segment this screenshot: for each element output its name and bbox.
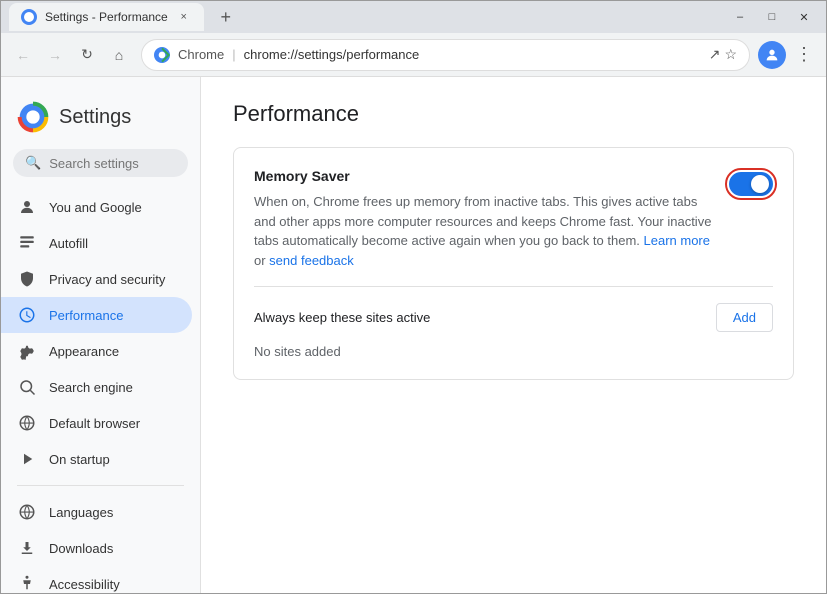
appearance-icon xyxy=(17,341,37,361)
content-area: Performance Memory Saver When on, Chrome… xyxy=(201,77,826,593)
or-text: or xyxy=(254,253,269,268)
share-icon[interactable]: ↗ xyxy=(709,46,721,63)
titlebar: Settings - Performance × + – □ ✕ xyxy=(1,1,826,33)
minimize-button[interactable]: – xyxy=(726,7,754,27)
no-sites-text: No sites added xyxy=(254,344,773,359)
you-google-icon xyxy=(17,197,37,217)
home-button[interactable]: ⌂ xyxy=(105,41,133,69)
sidebar-item-label: On startup xyxy=(49,452,110,467)
bookmark-icon[interactable]: ☆ xyxy=(724,46,737,63)
maximize-button[interactable]: □ xyxy=(758,7,786,27)
memory-saver-description: When on, Chrome frees up memory from ina… xyxy=(254,192,713,270)
memory-saver-card: Memory Saver When on, Chrome frees up me… xyxy=(233,147,794,380)
sidebar-item-default-browser[interactable]: Default browser xyxy=(1,405,192,441)
browser-window: Settings - Performance × + – □ ✕ ← → ↻ ⌂… xyxy=(0,0,827,594)
menu-button[interactable]: ⋮ xyxy=(790,41,818,69)
toggle-container xyxy=(729,172,773,196)
sidebar-item-appearance[interactable]: Appearance xyxy=(1,333,192,369)
sidebar-group-2: Languages Downloads Accessibility xyxy=(1,494,200,593)
main-content: Settings 🔍 You and Google xyxy=(1,77,826,593)
on-startup-icon xyxy=(17,449,37,469)
back-button[interactable]: ← xyxy=(9,41,37,69)
address-favicon xyxy=(154,47,170,63)
sidebar-item-label: Accessibility xyxy=(49,577,120,592)
search-container: 🔍 xyxy=(1,149,200,189)
sidebar: Settings 🔍 You and Google xyxy=(1,77,201,593)
forward-button[interactable]: → xyxy=(41,41,69,69)
address-prefix: Chrome xyxy=(178,47,224,62)
sidebar-item-privacy-security[interactable]: Privacy and security xyxy=(1,261,192,297)
sidebar-item-label: Performance xyxy=(49,308,123,323)
settings-logo xyxy=(17,101,49,133)
memory-saver-title: Memory Saver xyxy=(254,168,713,184)
window-controls: – □ ✕ xyxy=(726,7,818,27)
new-tab-button[interactable]: + xyxy=(212,3,240,31)
sidebar-item-autofill[interactable]: Autofill xyxy=(1,225,192,261)
sidebar-item-label: Appearance xyxy=(49,344,119,359)
autofill-icon xyxy=(17,233,37,253)
sidebar-group-1: You and Google Autofill Privacy and secu… xyxy=(1,189,200,477)
privacy-icon xyxy=(17,269,37,289)
browser-toolbar: ← → ↻ ⌂ Chrome | chrome://settings/perfo… xyxy=(1,33,826,77)
address-bar[interactable]: Chrome | chrome://settings/performance ↗… xyxy=(141,39,750,71)
accessibility-icon xyxy=(17,574,37,593)
sidebar-item-performance[interactable]: Performance xyxy=(1,297,192,333)
search-icon: 🔍 xyxy=(25,155,41,171)
performance-icon xyxy=(17,305,37,325)
sidebar-item-label: Autofill xyxy=(49,236,88,251)
default-browser-icon xyxy=(17,413,37,433)
close-button[interactable]: ✕ xyxy=(790,7,818,27)
search-engine-icon xyxy=(17,377,37,397)
tab-title: Settings - Performance xyxy=(45,10,168,24)
page-title: Performance xyxy=(233,101,794,127)
sidebar-item-label: Search engine xyxy=(49,380,133,395)
sidebar-item-downloads[interactable]: Downloads xyxy=(1,530,192,566)
downloads-icon xyxy=(17,538,37,558)
tab-close-button[interactable]: × xyxy=(176,9,192,25)
languages-icon xyxy=(17,502,37,522)
address-text: chrome://settings/performance xyxy=(244,47,701,62)
tab-favicon xyxy=(21,9,37,25)
sidebar-item-you-and-google[interactable]: You and Google xyxy=(1,189,192,225)
search-input[interactable] xyxy=(49,156,176,171)
profile-button[interactable] xyxy=(758,41,786,69)
address-separator: | xyxy=(232,47,235,62)
sidebar-item-on-startup[interactable]: On startup xyxy=(1,441,192,477)
send-feedback-link[interactable]: send feedback xyxy=(269,253,354,268)
learn-more-link[interactable]: Learn more xyxy=(644,233,710,248)
sidebar-item-search-engine[interactable]: Search engine xyxy=(1,369,192,405)
settings-title: Settings xyxy=(59,106,131,129)
toggle-knob xyxy=(751,175,769,193)
always-keep-sites-label: Always keep these sites active xyxy=(254,310,430,325)
address-icons: ↗ ☆ xyxy=(709,46,737,63)
refresh-button[interactable]: ↻ xyxy=(73,41,101,69)
sidebar-item-label: You and Google xyxy=(49,200,142,215)
toolbar-right: ⋮ xyxy=(758,41,818,69)
memory-saver-toggle[interactable] xyxy=(729,172,773,196)
add-site-button[interactable]: Add xyxy=(716,303,773,332)
card-text: Memory Saver When on, Chrome frees up me… xyxy=(254,168,713,270)
sidebar-item-label: Languages xyxy=(49,505,113,520)
sidebar-item-label: Default browser xyxy=(49,416,140,431)
sidebar-item-languages[interactable]: Languages xyxy=(1,494,192,530)
settings-header: Settings xyxy=(1,93,200,149)
sidebar-item-label: Privacy and security xyxy=(49,272,165,287)
sidebar-item-label: Downloads xyxy=(49,541,113,556)
active-tab[interactable]: Settings - Performance × xyxy=(9,3,204,31)
sidebar-item-accessibility[interactable]: Accessibility xyxy=(1,566,192,593)
always-keep-sites-row: Always keep these sites active Add xyxy=(254,286,773,332)
search-box[interactable]: 🔍 xyxy=(13,149,188,177)
sidebar-divider-1 xyxy=(17,485,184,486)
card-header: Memory Saver When on, Chrome frees up me… xyxy=(254,168,773,270)
